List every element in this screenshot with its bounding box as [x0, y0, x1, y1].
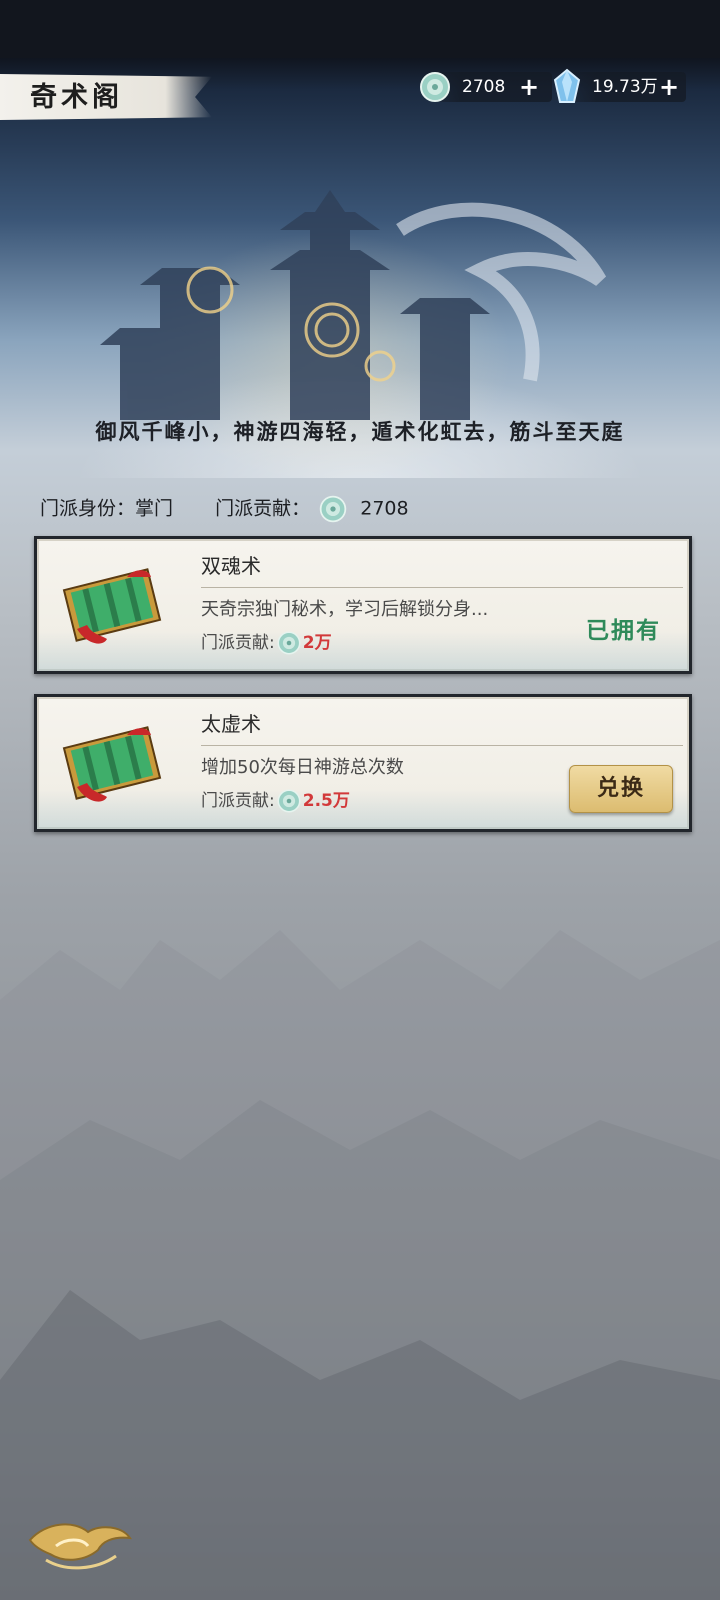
contribution-value: 2708: [360, 497, 409, 520]
sect-info-row: 门派身份：掌门 门派贡献： 2708: [40, 490, 409, 526]
add-jade-button[interactable]: +: [518, 72, 540, 102]
jade-token-icon: [277, 789, 301, 813]
skill-card-shuanghun: 双魂术 天奇宗独门秘术，学习后解锁分身... 门派贡献: 2万 已拥有: [34, 536, 692, 674]
skill-name: 双魂术: [201, 554, 261, 578]
exchange-button[interactable]: 兑换: [569, 765, 673, 813]
jade-token-icon: [420, 72, 450, 102]
add-crystal-button[interactable]: +: [658, 72, 680, 102]
owned-status: 已拥有: [586, 618, 661, 644]
skill-cost: 门派贡献: 2.5万: [201, 785, 350, 817]
back-cloud-icon[interactable]: [26, 1516, 136, 1576]
cost-value: 2.5万: [302, 791, 350, 811]
cost-label: 门派贡献:: [201, 633, 275, 653]
page-title: 奇术阁: [30, 82, 123, 113]
slogan-text: 御风千峰小，神游四海轻，遁术化虹去，筋斗至天庭: [95, 419, 625, 444]
skill-name: 太虚术: [201, 712, 261, 736]
card-divider: [201, 587, 683, 588]
skill-desc: 天奇宗独门秘术，学习后解锁分身...: [201, 599, 489, 620]
identity-label: 门派身份：: [40, 497, 136, 520]
cost-label: 门派贡献:: [201, 791, 275, 811]
contribution-label: 门派贡献：: [215, 497, 311, 520]
card-divider: [201, 745, 683, 746]
palace-illustration: [100, 190, 607, 420]
skill-desc: 增加50次每日神游总次数: [201, 757, 404, 778]
scroll-book-icon: [62, 726, 162, 802]
identity-value: 掌门: [135, 497, 174, 520]
jade-token-icon: [319, 495, 347, 522]
mountain-background: [0, 930, 720, 1600]
resource-jade-value: 2708: [462, 77, 506, 97]
skill-card-taixu: 太虚术 增加50次每日神游总次数 门派贡献: 2.5万 兑换: [34, 694, 692, 832]
crystal-icon: [553, 68, 581, 103]
resource-crystal-value: 19.73万: [592, 77, 658, 97]
jade-token-icon: [277, 631, 301, 655]
scroll-book-icon: [62, 568, 162, 644]
skill-cost: 门派贡献: 2万: [201, 627, 332, 659]
status-bar: [0, 0, 720, 58]
cost-value: 2万: [302, 633, 332, 653]
